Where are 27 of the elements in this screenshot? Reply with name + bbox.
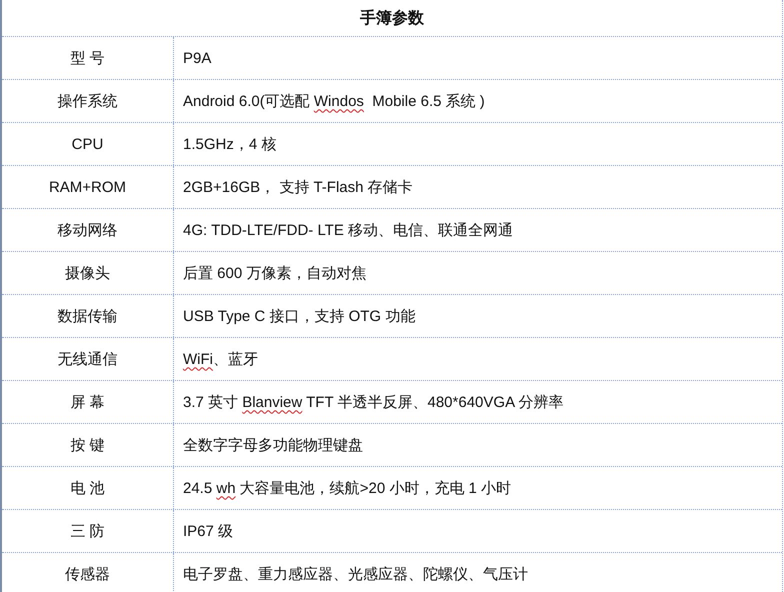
spec-label: 按 键 [2, 424, 174, 466]
table-title: 手簿参数 [360, 8, 424, 28]
spec-value: 后置 600 万像素，自动对焦 [182, 264, 368, 284]
spec-label: 移动网络 [2, 209, 174, 251]
spec-label: RAM+ROM [2, 166, 174, 208]
spec-value: Android 6.0(可选配 Windos Mobile 6.5 系统 ) [182, 92, 486, 112]
spec-value: 3.7 英寸 Blanview TFT 半透半反屏、480*640VGA 分辨率 [182, 392, 564, 412]
spec-value: IP67 级 [182, 522, 234, 542]
spec-value: 24.5 wh 大容量电池，续航>20 小时，充电 1 小时 [182, 478, 512, 498]
spec-label: 摄像头 [2, 252, 174, 294]
spec-label: 三 防 [2, 510, 174, 552]
spec-value: WiFi、蓝牙 [182, 350, 259, 370]
spec-label: CPU [2, 123, 174, 165]
spec-label: 操作系统 [2, 80, 174, 122]
spec-value: 全数字字母多功能物理键盘 [182, 436, 364, 456]
spec-label: 屏 幕 [2, 381, 174, 423]
spec-value: USB Type C 接口，支持 OTG 功能 [182, 306, 416, 326]
spec-value: 电子罗盘、重力感应器、光感应器、陀螺仪、气压计 [182, 564, 529, 584]
spec-value: P9A [182, 48, 212, 68]
spec-label: 无线通信 [2, 338, 174, 380]
spec-label: 电 池 [2, 467, 174, 509]
spec-label: 型 号 [2, 37, 174, 79]
spec-label: 数据传输 [2, 295, 174, 337]
spec-label: 传感器 [2, 553, 174, 592]
spec-value: 4G: TDD-LTE/FDD- LTE 移动、电信、联通全网通 [182, 220, 514, 240]
spec-value: 1.5GHz，4 核 [182, 134, 278, 154]
spec-value: 2GB+16GB， 支持 T-Flash 存储卡 [182, 178, 414, 198]
